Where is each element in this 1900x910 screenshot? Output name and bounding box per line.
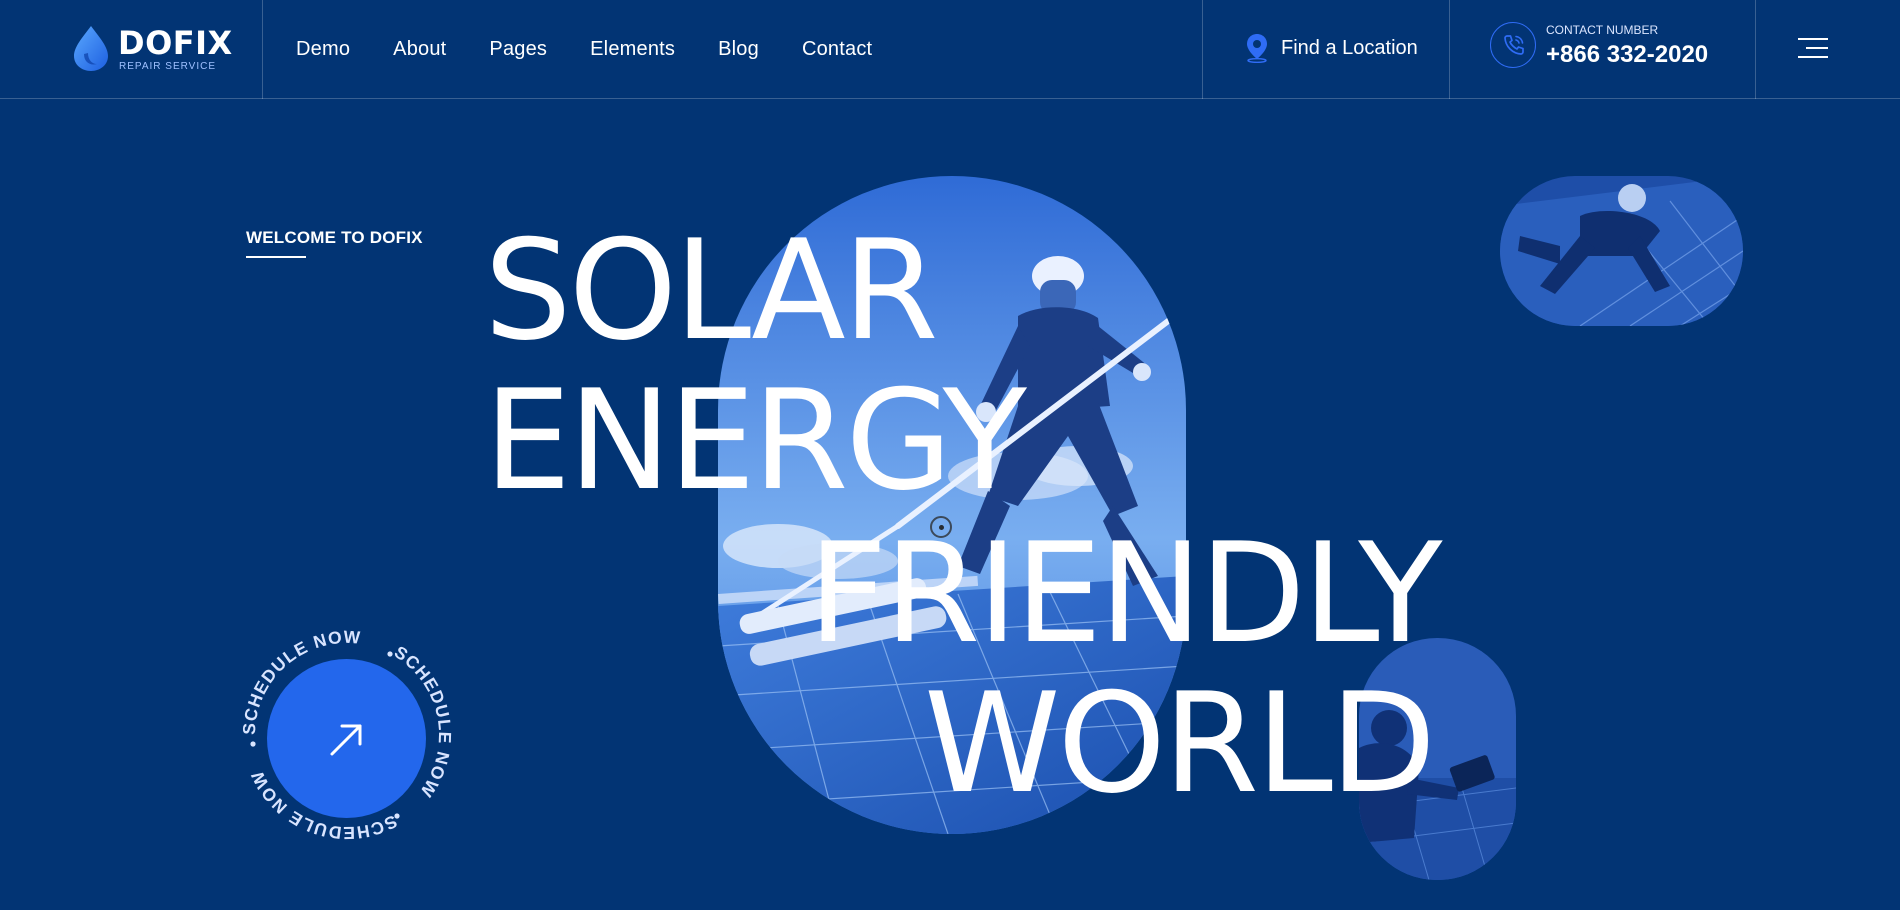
header-divider xyxy=(1202,0,1203,99)
photo-worker-on-roof xyxy=(1500,176,1743,326)
schedule-now-button[interactable] xyxy=(267,659,426,818)
nav-item-contact[interactable]: Contact xyxy=(802,38,872,61)
logo[interactable]: DOFIX REPAIR SERVICE xyxy=(70,22,240,74)
nav-item-blog[interactable]: Blog xyxy=(718,38,759,61)
hero-headline-line-4: WORLD xyxy=(924,663,1436,824)
main-nav: Demo About Pages Elements Blog Contact xyxy=(296,38,915,61)
nav-item-pages[interactable]: Pages xyxy=(489,38,547,61)
nav-item-elements[interactable]: Elements xyxy=(590,38,675,61)
hamburger-menu-icon[interactable] xyxy=(1798,36,1828,60)
contact-number[interactable]: +866 332-2020 xyxy=(1546,41,1708,69)
site-header: DOFIX REPAIR SERVICE Demo About Pages El… xyxy=(0,0,1900,99)
schedule-now-badge[interactable]: SCHEDULE NOW SCHEDULE NOW SCHEDULE NOW xyxy=(242,630,452,840)
header-divider xyxy=(262,0,263,99)
cursor-indicator xyxy=(930,516,952,538)
header-divider xyxy=(1449,0,1450,99)
brand-name: DOFIX xyxy=(118,24,233,62)
hero-headline-line-3: FRIENDLY xyxy=(808,513,1442,674)
phone-call-icon xyxy=(1490,22,1536,68)
hero-headline-line-2: ENERGY xyxy=(484,360,1027,521)
welcome-underline xyxy=(246,256,306,258)
arrow-up-right-icon xyxy=(330,724,362,756)
nav-item-about[interactable]: About xyxy=(393,38,446,61)
nav-item-demo[interactable]: Demo xyxy=(296,38,350,61)
find-location-link[interactable]: Find a Location xyxy=(1244,32,1418,64)
contact-number-label: CONTACT NUMBER xyxy=(1546,23,1659,37)
brand-tagline: REPAIR SERVICE xyxy=(119,61,216,72)
find-location-label: Find a Location xyxy=(1281,36,1418,59)
water-drop-logo-icon xyxy=(74,26,108,71)
welcome-label: WELCOME TO DOFIX xyxy=(246,228,423,247)
hero-headline-line-1: SOLAR xyxy=(484,210,939,371)
header-divider xyxy=(1755,0,1756,99)
location-pin-icon xyxy=(1247,34,1267,63)
